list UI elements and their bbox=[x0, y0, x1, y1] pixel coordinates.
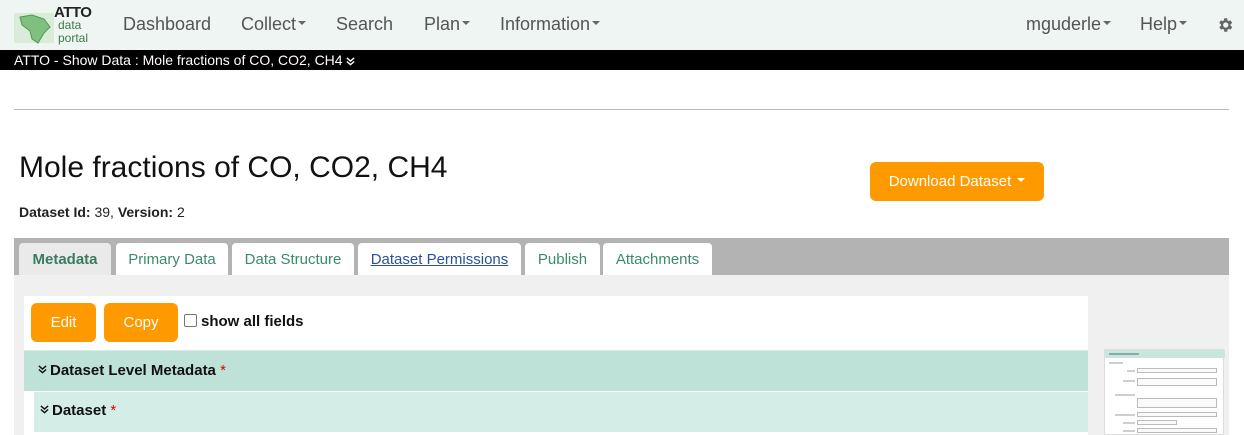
version-value: 2 bbox=[176, 204, 185, 220]
caret-down-icon bbox=[592, 21, 601, 26]
tab-dataset-permissions[interactable]: Dataset Permissions bbox=[358, 243, 521, 275]
page-title: Mole fractions of CO, CO2, CH4 bbox=[19, 151, 448, 184]
thumbnail-line bbox=[1109, 362, 1123, 364]
metadata-thumbnail[interactable] bbox=[1104, 349, 1225, 435]
show-all-fields-label: show all fields bbox=[201, 313, 304, 330]
nav-user-menu[interactable]: mguderle bbox=[1026, 14, 1112, 35]
thumbnail-line bbox=[1123, 422, 1135, 424]
copy-button-label: Copy bbox=[123, 314, 159, 331]
double-chevron-down-icon bbox=[38, 365, 47, 374]
edit-button[interactable]: Edit bbox=[31, 303, 96, 342]
tab-metadata[interactable]: Metadata bbox=[19, 243, 111, 275]
tab-data-structure[interactable]: Data Structure bbox=[232, 243, 354, 275]
thumbnail-line bbox=[1123, 430, 1135, 432]
nav-dashboard[interactable]: Dashboard bbox=[123, 14, 211, 35]
nav-collect[interactable]: Collect bbox=[241, 14, 307, 35]
nav-plan-label: Plan bbox=[424, 14, 461, 34]
dataset-id-label: Dataset Id: bbox=[19, 204, 91, 220]
gear-icon[interactable] bbox=[1216, 16, 1234, 34]
caret-down-icon bbox=[1179, 21, 1188, 26]
tab-dataset-permissions-label: Dataset Permissions bbox=[370, 250, 509, 268]
copy-button[interactable]: Copy bbox=[104, 303, 178, 342]
dataset-id-value: 39 bbox=[94, 204, 111, 220]
logo-line-3: portal bbox=[58, 31, 89, 45]
thumbnail-line bbox=[1109, 353, 1139, 355]
atto-logo[interactable]: ATTO data portal bbox=[12, 3, 100, 47]
tab-metadata-label: Metadata bbox=[32, 250, 98, 268]
thumbnail-line bbox=[1127, 370, 1135, 372]
thumbnail-field bbox=[1137, 420, 1177, 425]
tab-publish[interactable]: Publish bbox=[525, 243, 600, 275]
caret-down-icon bbox=[462, 21, 471, 26]
nav-dashboard-label: Dashboard bbox=[123, 14, 212, 34]
tab-attachments-label: Attachments bbox=[615, 250, 700, 268]
download-dataset-label: Download Dataset bbox=[888, 173, 1012, 190]
thumbnail-field bbox=[1137, 368, 1217, 373]
breadcrumb[interactable]: ATTO - Show Data : Mole fractions of CO,… bbox=[14, 52, 356, 68]
nav-information[interactable]: Information bbox=[500, 14, 601, 35]
nav-search-label: Search bbox=[336, 14, 394, 34]
section-title: Dataset Level Metadata * bbox=[38, 362, 226, 379]
tab-strip: Metadata Primary Data Data Structure Dat… bbox=[14, 238, 1229, 275]
thumbnail-field bbox=[1137, 412, 1217, 417]
show-all-fields-checkbox[interactable] bbox=[184, 314, 197, 327]
section-dataset-level-metadata[interactable]: Dataset Level Metadata * bbox=[24, 350, 1088, 391]
download-dataset-button[interactable]: Download Dataset bbox=[870, 162, 1044, 201]
edit-button-label: Edit bbox=[50, 314, 77, 331]
top-navbar: ATTO data portal Dashboard Collect Searc… bbox=[0, 0, 1244, 50]
thumbnail-field bbox=[1137, 378, 1217, 386]
section-dataset[interactable]: Dataset * bbox=[34, 392, 1088, 432]
divider bbox=[14, 109, 1229, 110]
thumbnail-line bbox=[1123, 380, 1135, 382]
nav-plan[interactable]: Plan bbox=[424, 14, 471, 35]
thumbnail-field bbox=[1137, 428, 1217, 433]
dataset-identifier: Dataset Id: 39, Version: 2 bbox=[19, 204, 185, 220]
breadcrumb-text: ATTO - Show Data : Mole fractions of CO,… bbox=[14, 52, 343, 68]
version-label: Version: bbox=[117, 204, 174, 220]
section-level-label: Dataset Level Metadata bbox=[50, 362, 216, 379]
nav-help-label: Help bbox=[1140, 14, 1178, 34]
tab-data-structure-label: Data Structure bbox=[244, 250, 342, 268]
double-chevron-down-icon bbox=[40, 405, 49, 414]
caret-down-icon bbox=[1103, 21, 1112, 26]
nav-user-label: mguderle bbox=[1026, 14, 1102, 34]
double-chevron-down-icon bbox=[346, 57, 356, 66]
nav-information-label: Information bbox=[500, 14, 591, 34]
nav-search[interactable]: Search bbox=[336, 14, 393, 35]
tab-primary-data[interactable]: Primary Data bbox=[116, 243, 228, 275]
required-mark: * bbox=[220, 362, 226, 379]
thumbnail-line bbox=[1115, 414, 1135, 416]
section-dataset-label: Dataset bbox=[52, 402, 107, 419]
south-america-map-icon bbox=[14, 13, 54, 44]
tab-publish-label: Publish bbox=[537, 250, 588, 268]
breadcrumb-bar: ATTO - Show Data : Mole fractions of CO,… bbox=[0, 50, 1244, 70]
thumbnail-line bbox=[1115, 394, 1135, 396]
required-mark: * bbox=[110, 402, 117, 419]
tab-attachments[interactable]: Attachments bbox=[603, 243, 712, 275]
caret-down-icon bbox=[1017, 177, 1026, 182]
nav-help[interactable]: Help bbox=[1140, 14, 1188, 35]
section-title: Dataset * bbox=[40, 402, 116, 419]
thumbnail-field bbox=[1137, 398, 1217, 408]
nav-collect-label: Collect bbox=[241, 14, 297, 34]
caret-down-icon bbox=[298, 21, 307, 26]
tab-primary-data-label: Primary Data bbox=[128, 250, 216, 268]
